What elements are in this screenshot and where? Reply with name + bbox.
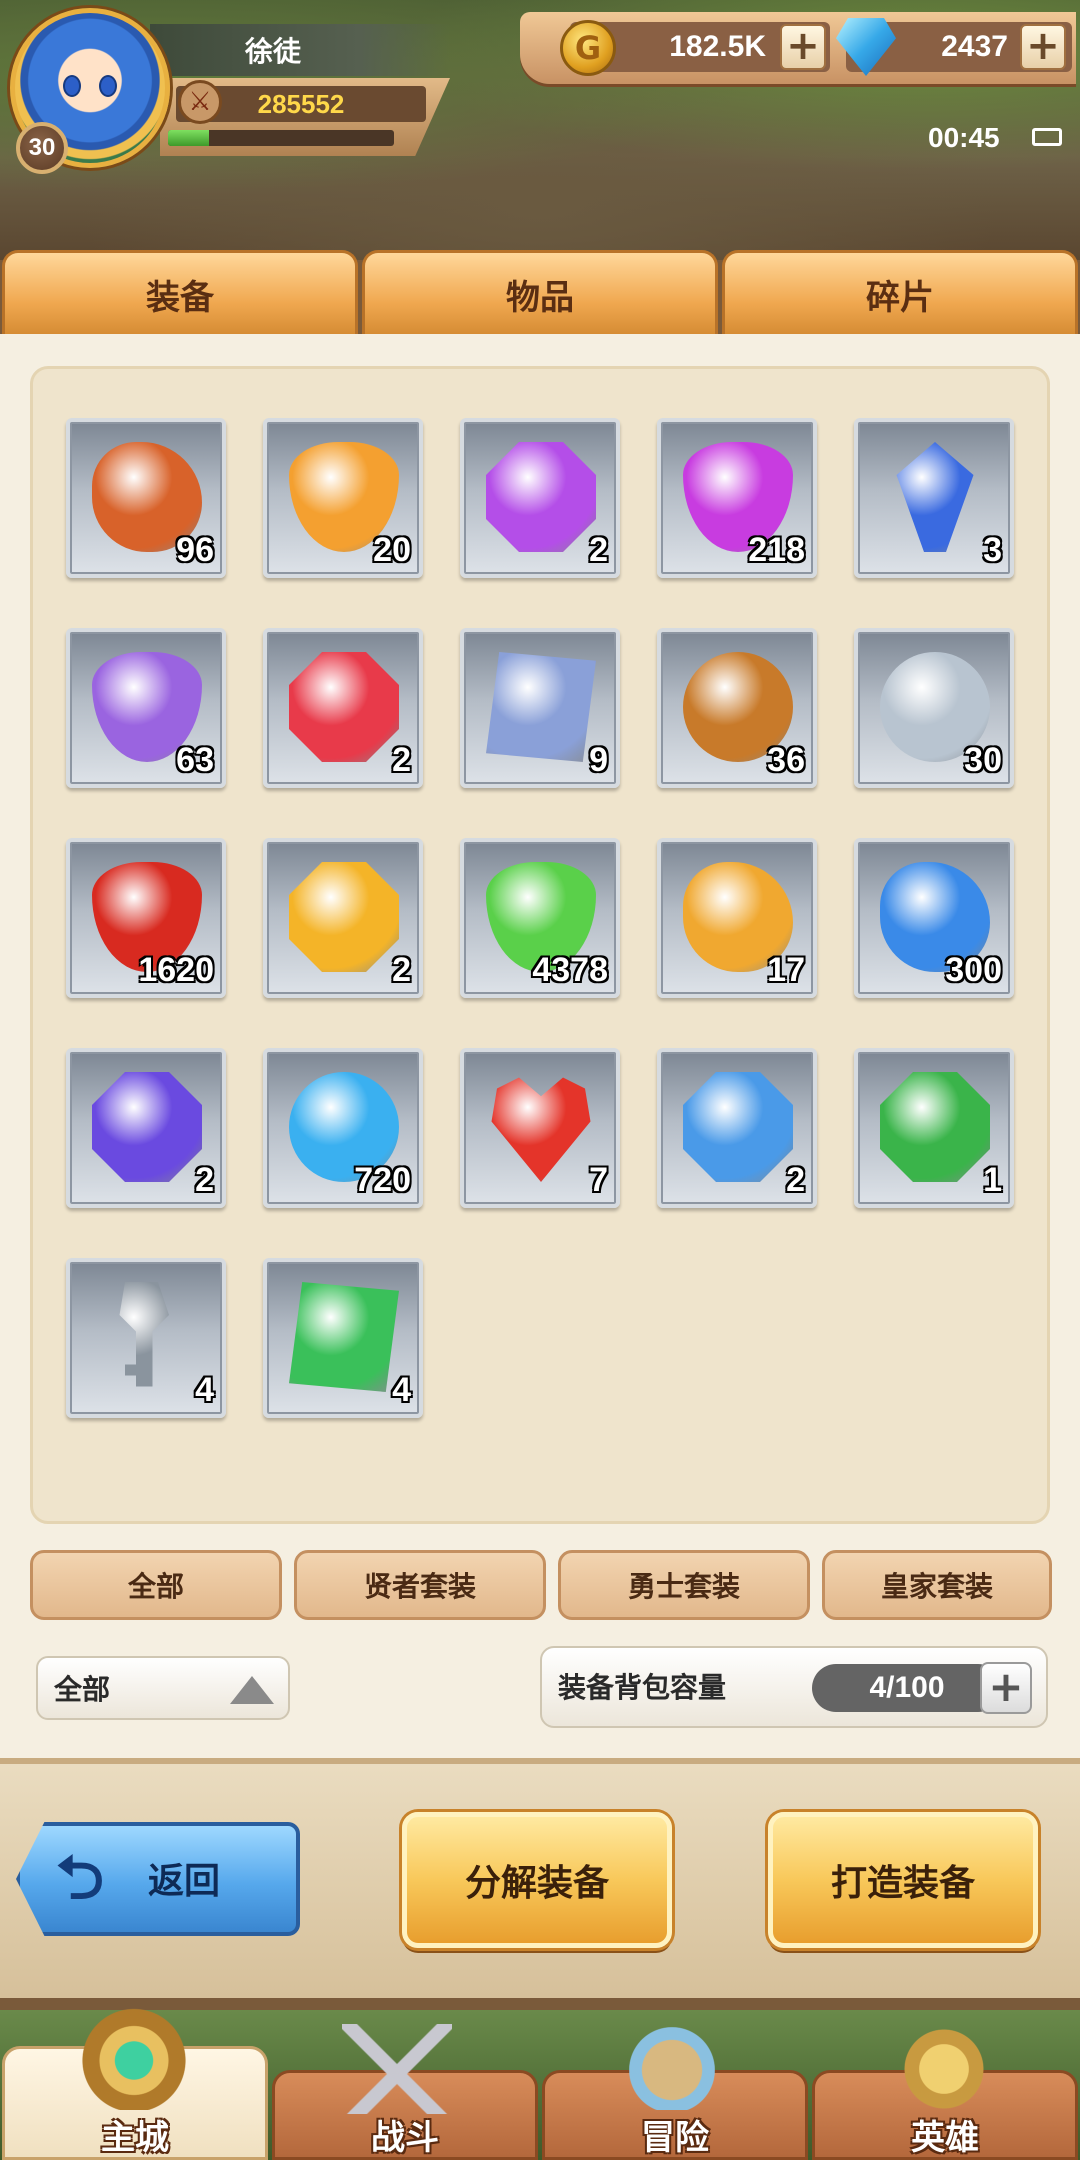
gold-armor-gem-icon	[289, 862, 399, 972]
item-count: 63	[176, 741, 214, 779]
inventory-slot[interactable]: 300	[854, 838, 1014, 998]
item-count: 17	[767, 951, 805, 989]
filter-warrior-set-button[interactable]: 勇士套装	[558, 1550, 810, 1620]
capacity-value: 4/100	[812, 1664, 1002, 1712]
inventory-slot[interactable]: 36	[657, 628, 817, 788]
crossed-swords-icon	[342, 2024, 452, 2114]
item-count: 1620	[138, 951, 214, 989]
inventory-slot[interactable]: 4	[66, 1258, 226, 1418]
inventory-slot[interactable]: 17	[657, 838, 817, 998]
item-count: 720	[354, 1161, 411, 1199]
red-sword-gem-icon	[289, 652, 399, 762]
item-count: 2	[195, 1161, 214, 1199]
craft-equipment-button[interactable]: 打造装备	[768, 1812, 1038, 1948]
inventory-slot[interactable]: 4	[263, 1258, 423, 1418]
sort-dropdown[interactable]: 全部	[36, 1656, 290, 1720]
decompose-equipment-button[interactable]: 分解装备	[402, 1812, 672, 1948]
item-count: 4	[195, 1371, 214, 1409]
inventory-slot[interactable]: 20	[263, 418, 423, 578]
inventory-slot[interactable]: 2	[460, 418, 620, 578]
clock: 00:45	[928, 122, 1000, 153]
item-count: 3	[983, 531, 1002, 569]
filter-royal-set-button[interactable]: 皇家套装	[822, 1550, 1052, 1620]
item-count: 96	[176, 531, 214, 569]
item-count: 300	[945, 951, 1002, 989]
inventory-slot[interactable]: 4378	[460, 838, 620, 998]
filter-sage-set-button[interactable]: 贤者套装	[294, 1550, 546, 1620]
helmet-scroll-icon	[486, 652, 596, 762]
avatar-eye	[63, 75, 81, 97]
inventory-slot[interactable]: 218	[657, 418, 817, 578]
inventory-slot[interactable]: 1	[854, 1048, 1014, 1208]
expand-capacity-button[interactable]: +	[980, 1662, 1032, 1714]
item-count: 2	[786, 1161, 805, 1199]
add-gems-button[interactable]: +	[1020, 24, 1066, 70]
inventory-slot[interactable]: 2	[657, 1048, 817, 1208]
blue-crystal-icon	[896, 442, 974, 552]
blue-ring-gem-icon	[683, 1072, 793, 1182]
item-count: 2	[392, 951, 411, 989]
add-gold-button[interactable]: +	[780, 24, 826, 70]
nav-battle-label: 战斗	[371, 2118, 439, 2158]
tab-items[interactable]: 物品	[362, 250, 718, 336]
avatar-eye	[99, 75, 117, 97]
inventory-slot[interactable]: 3	[854, 418, 1014, 578]
inventory-slot[interactable]: 96	[66, 418, 226, 578]
red-heart-icon	[491, 1077, 591, 1182]
inventory-slot[interactable]: 30	[854, 628, 1014, 788]
purple-helmet-gem-icon	[486, 442, 596, 552]
filter-all-button[interactable]: 全部	[30, 1550, 282, 1620]
battery-icon	[1032, 128, 1062, 146]
crossed-swords-icon: ⚔	[178, 80, 222, 124]
nav-main-city-label: 主城	[101, 2118, 169, 2158]
item-count: 30	[964, 741, 1002, 779]
inventory-slot[interactable]: 63	[66, 628, 226, 788]
green-glove-gem-icon	[880, 1072, 990, 1182]
hero-crest-icon	[884, 2014, 1004, 2114]
inventory-slot[interactable]: 720	[263, 1048, 423, 1208]
inventory-slot[interactable]: 2	[66, 1048, 226, 1208]
back-button-label: 返回	[148, 1861, 221, 1902]
item-count: 20	[373, 531, 411, 569]
tab-equipment[interactable]: 装备	[2, 250, 358, 336]
purple-boots-gem-icon	[92, 1072, 202, 1182]
item-count: 9	[589, 741, 608, 779]
silver-key-icon	[119, 1282, 169, 1387]
inventory-slot[interactable]: 9	[460, 628, 620, 788]
exp-bar	[168, 130, 394, 146]
inventory-slot[interactable]: 7	[460, 1048, 620, 1208]
back-arrow-icon: ⮌	[56, 1843, 105, 1913]
item-count: 4378	[532, 951, 608, 989]
item-count: 4	[392, 1371, 411, 1409]
inventory-slot[interactable]: 2	[263, 628, 423, 788]
green-sword-scroll-icon	[289, 1282, 399, 1392]
inventory-slot[interactable]: 2	[263, 838, 423, 998]
nav-heroes-label: 英雄	[911, 2118, 979, 2158]
city-portal-icon	[74, 2000, 194, 2110]
sort-dropdown-value: 全部	[54, 1673, 111, 1706]
item-count: 2	[392, 741, 411, 779]
gold-coin-icon: G	[560, 20, 616, 76]
triangle-up-icon	[230, 1676, 274, 1704]
item-count: 7	[589, 1161, 608, 1199]
tab-fragments[interactable]: 碎片	[722, 250, 1078, 336]
nav-adventure-label: 冒险	[641, 2118, 709, 2158]
adventure-map-icon	[612, 2010, 732, 2110]
item-count: 218	[748, 531, 805, 569]
player-name: 徐徒	[150, 24, 450, 76]
item-count: 36	[767, 741, 805, 779]
inventory-slot[interactable]: 1620	[66, 838, 226, 998]
capacity-label: 装备背包容量	[558, 1671, 727, 1704]
item-count: 2	[589, 531, 608, 569]
item-count: 1	[983, 1161, 1002, 1199]
exp-bar-fill	[168, 130, 209, 146]
player-level-badge: 30	[16, 122, 68, 174]
